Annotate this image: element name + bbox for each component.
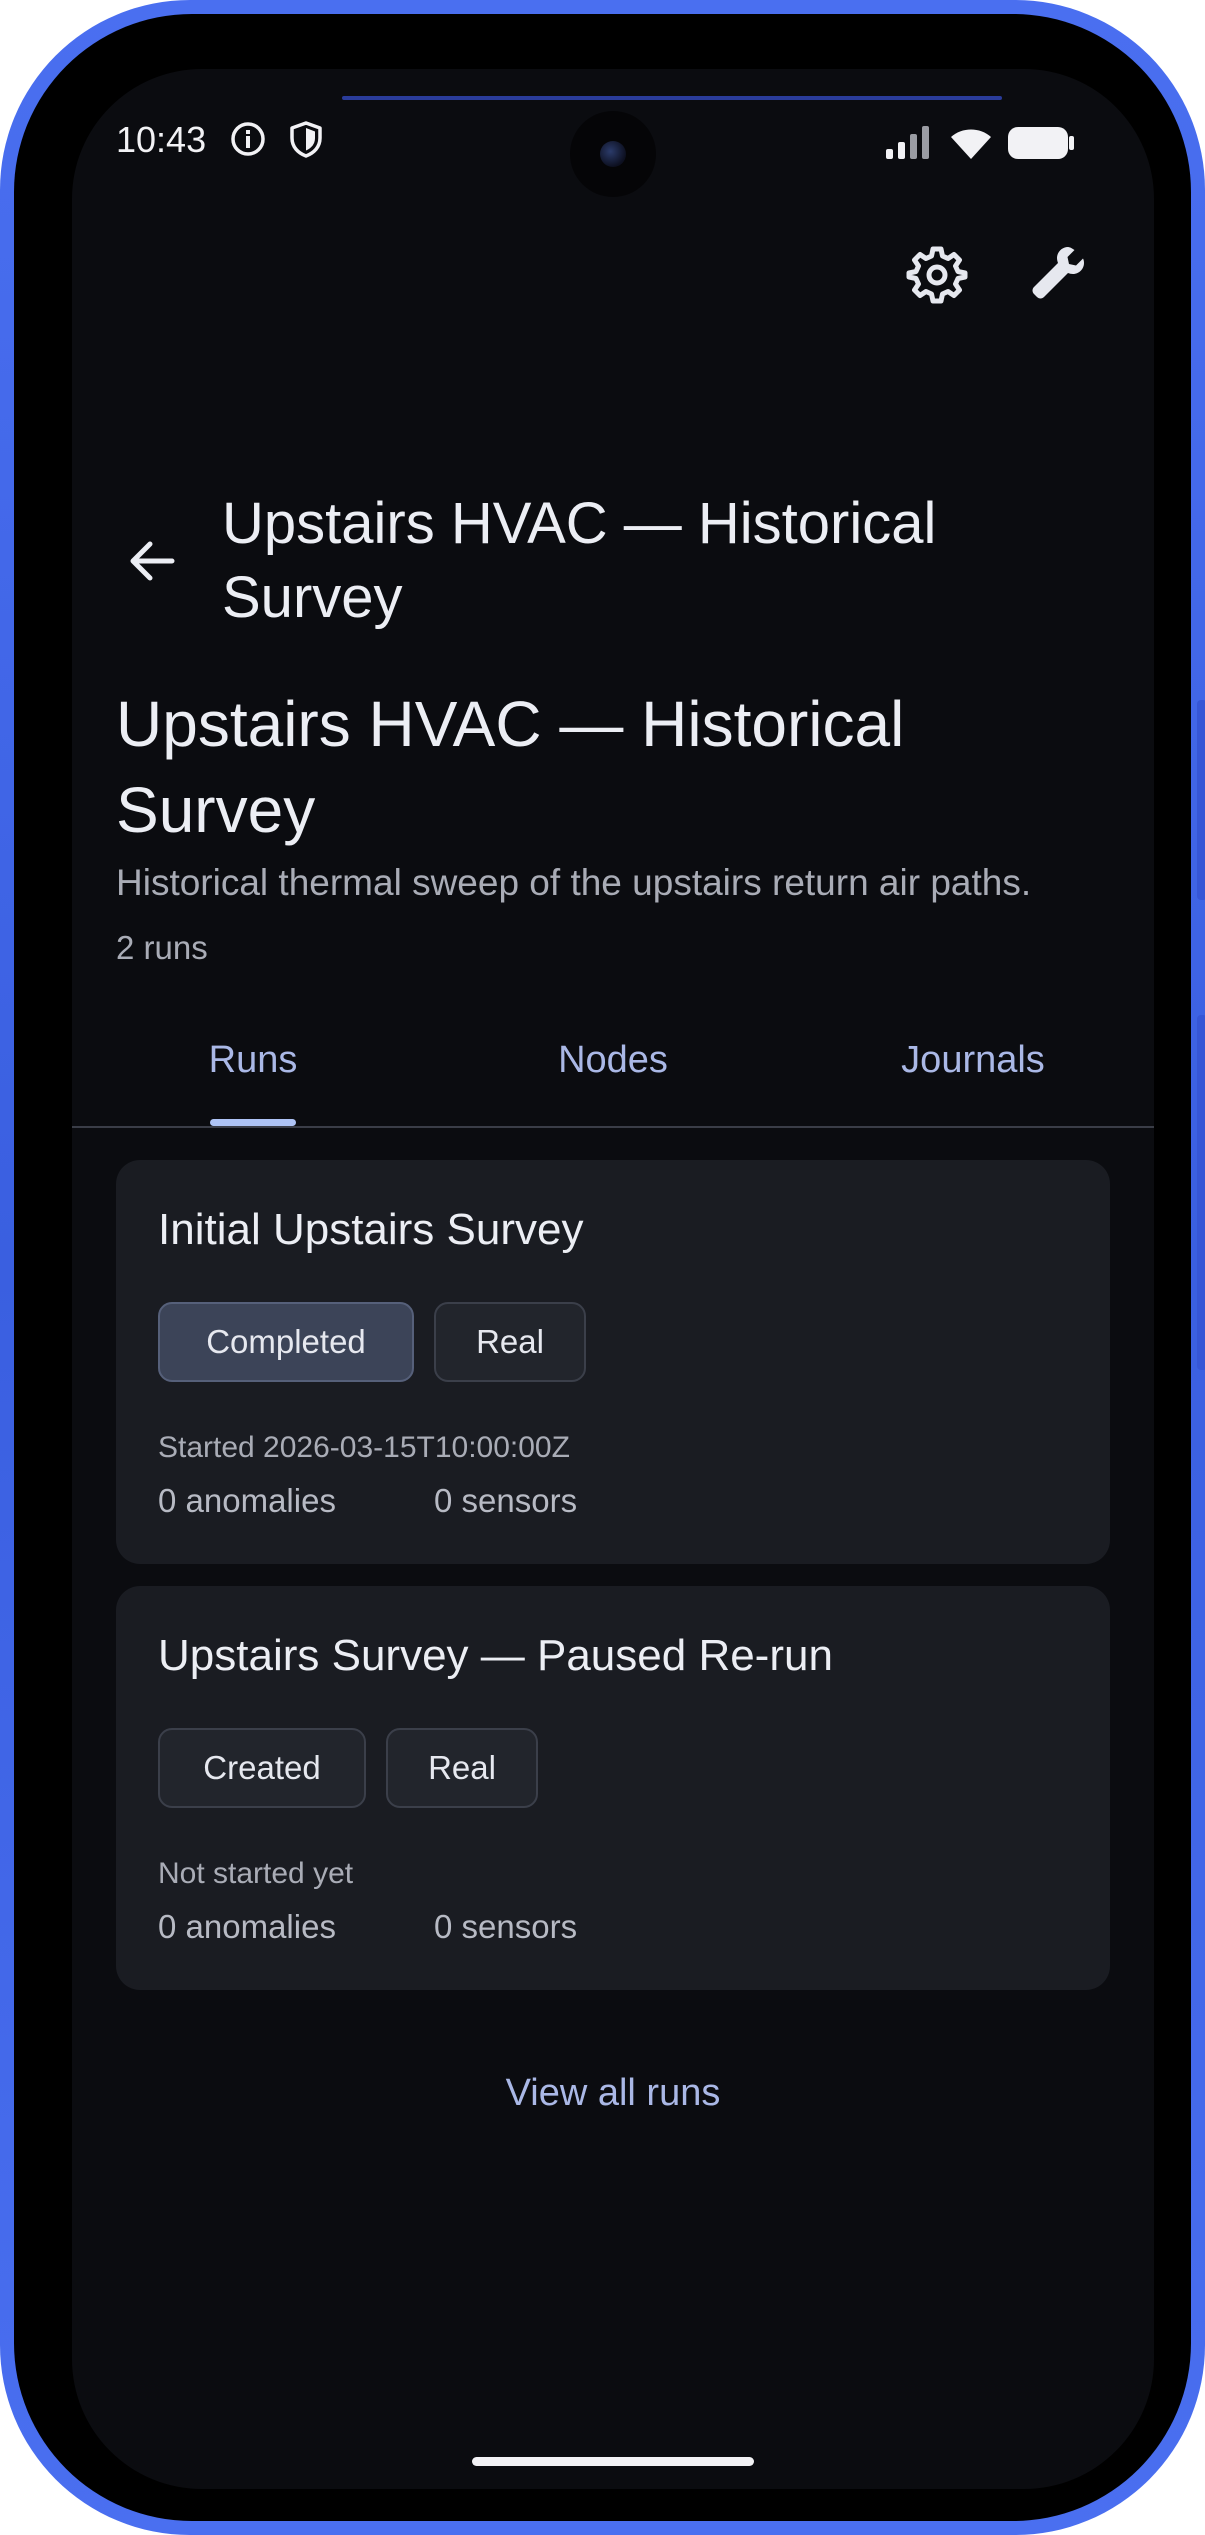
power-button (1197, 1015, 1205, 1370)
run-card[interactable]: Upstairs Survey — Paused Re-run Created … (116, 1586, 1110, 1990)
appbar-title: Upstairs HVAC — Historical Survey (222, 491, 937, 630)
mode-chip[interactable]: Real (386, 1728, 538, 1808)
info-icon (231, 122, 265, 156)
run-count: 2 runs (116, 929, 208, 966)
run-anomalies: 0 anomalies (158, 1482, 336, 1519)
run-anomalies: 0 anomalies (158, 1908, 336, 1945)
run-sensors: 0 sensors (434, 1908, 578, 1945)
earpiece (342, 96, 1002, 100)
tab-indicator (210, 1119, 296, 1126)
status-chip[interactable]: Created (158, 1728, 366, 1808)
home-indicator[interactable] (472, 2457, 754, 2466)
front-camera (570, 111, 656, 197)
shield-icon (290, 121, 322, 158)
run-card[interactable]: Initial Upstairs Survey Completed Real S… (116, 1160, 1110, 1564)
status-time: 10:43 (116, 119, 207, 160)
run-started: Started 2026-03-15T10:00:00Z (158, 1431, 570, 1464)
phone-bezel: 10:43 Upstairs HVAC — Historical Survey … (14, 14, 1191, 2521)
run-sensors: 0 sensors (434, 1482, 578, 1519)
phone-frame: 10:43 Upstairs HVAC — Historical Survey … (0, 0, 1205, 2535)
screen: 10:43 Upstairs HVAC — Historical Survey … (72, 69, 1154, 2489)
tab-divider (72, 1126, 1154, 1128)
tab-runs[interactable]: Runs (209, 1039, 298, 1082)
mode-chip[interactable]: Real (434, 1302, 586, 1382)
view-all-runs-link[interactable]: View all runs (72, 2072, 1154, 2115)
status-chip[interactable]: Completed (158, 1302, 414, 1382)
back-arrow-icon[interactable] (122, 531, 182, 591)
run-started: Not started yet (158, 1857, 354, 1890)
wifi-icon (951, 129, 991, 159)
wrench-icon[interactable] (1028, 241, 1094, 307)
volume-up-button (1197, 700, 1205, 900)
tab-nodes[interactable]: Nodes (558, 1039, 668, 1082)
page-description: Historical thermal sweep of the upstairs… (116, 862, 1032, 903)
tab-journals[interactable]: Journals (901, 1039, 1045, 1082)
battery-icon (1008, 127, 1074, 159)
gear-icon[interactable] (904, 241, 970, 307)
signal-icon (886, 126, 929, 159)
run-title: Upstairs Survey — Paused Re-run (158, 1631, 833, 1680)
run-title: Initial Upstairs Survey (158, 1205, 584, 1254)
page-title: Upstairs HVAC — Historical Survey (116, 688, 905, 846)
